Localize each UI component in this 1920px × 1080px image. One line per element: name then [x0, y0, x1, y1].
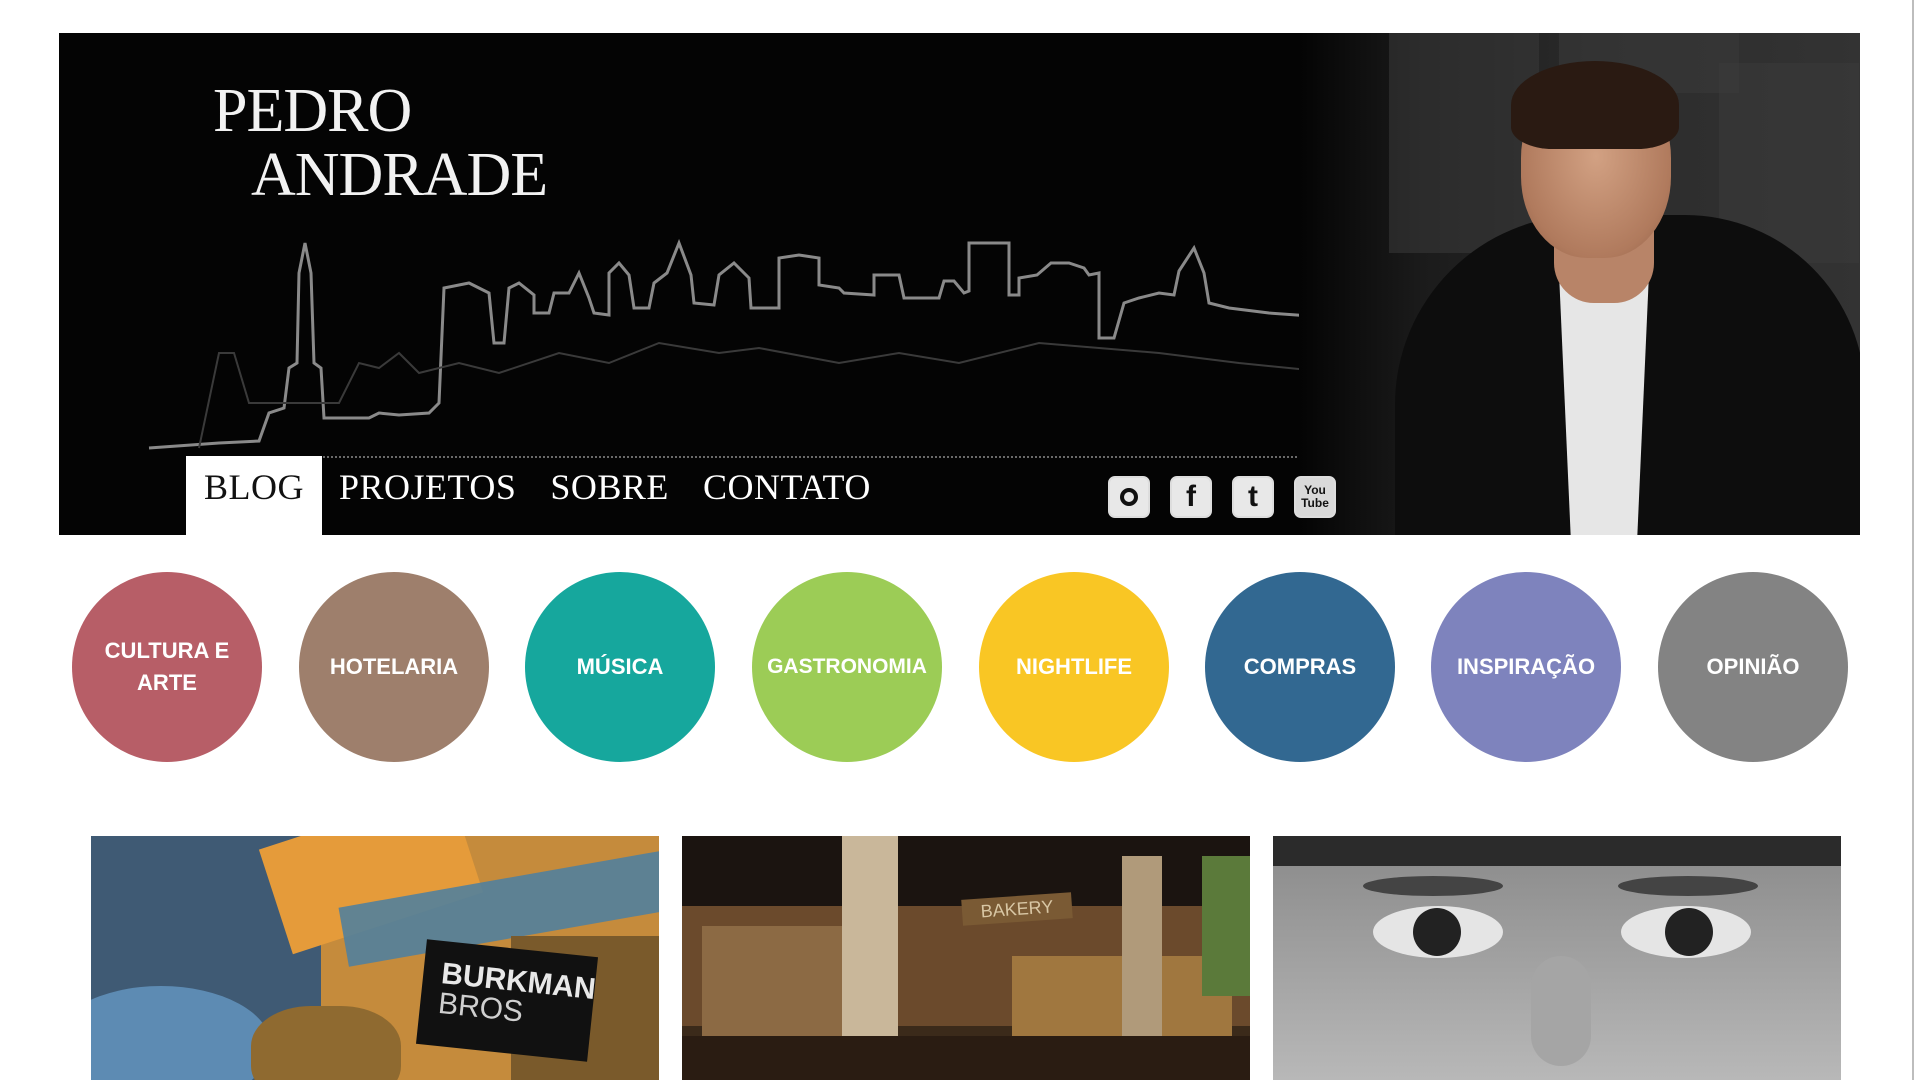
category-label: GASTRONOMIA [767, 655, 927, 678]
social-links: f t You Tube [1108, 476, 1336, 518]
nav-item-blog[interactable]: BLOG [186, 456, 322, 535]
nav-item-contato[interactable]: CONTATO [686, 456, 888, 535]
instagram-icon[interactable] [1108, 476, 1150, 518]
category-gastronomia[interactable]: GASTRONOMIA [752, 572, 942, 762]
post-thumbnail-fashion[interactable]: BURKMAN BROS [91, 836, 659, 1080]
category-label: NIGHTLIFE [1015, 654, 1133, 679]
main-nav: BLOG PROJETOS SOBRE CONTATO [186, 456, 888, 535]
logo-line-2: ANDRADE [251, 141, 548, 209]
category-nightlife[interactable]: NIGHTLIFE [979, 572, 1169, 762]
category-label: COMPRAS [1243, 654, 1357, 679]
page-edge-divider [1912, 0, 1914, 1080]
category-musica[interactable]: MÚSICA [525, 572, 715, 762]
category-label: INSPIRAÇÃO [1456, 654, 1596, 679]
site-header: PEDRO ANDRADE BLOG PROJETOS SOBRE CONTAT… [59, 33, 1860, 535]
author-portrait-photo [1299, 33, 1860, 535]
youtube-glyph-bottom: Tube [1301, 496, 1329, 510]
facebook-glyph: f [1186, 480, 1196, 513]
post-thumbnail-portrait-eyes[interactable] [1273, 836, 1841, 1080]
youtube-icon[interactable]: You Tube [1294, 476, 1336, 518]
category-hotelaria[interactable]: HOTELARIA [299, 572, 489, 762]
category-inspiracao[interactable]: INSPIRAÇÃO [1431, 572, 1621, 762]
site-logo[interactable]: PEDRO ANDRADE [213, 77, 548, 209]
facebook-icon[interactable]: f [1170, 476, 1212, 518]
brand-label-tag: BURKMAN BROS [415, 939, 599, 1062]
twitter-icon[interactable]: t [1232, 476, 1274, 518]
city-skyline-illustration [148, 238, 1419, 450]
category-cultura-e-arte[interactable]: CULTURA E ARTE [72, 572, 262, 762]
category-label: HOTELARIA [329, 654, 459, 679]
nav-item-projetos[interactable]: PROJETOS [322, 456, 533, 535]
category-label: MÚSICA [576, 654, 664, 679]
twitter-glyph: t [1248, 480, 1258, 513]
nav-item-sobre[interactable]: SOBRE [533, 456, 686, 535]
category-label: OPINIÃO [1706, 654, 1800, 679]
category-opiniao[interactable]: OPINIÃO [1658, 572, 1848, 762]
category-label: CULTURA E ARTE [104, 638, 230, 695]
category-compras[interactable]: COMPRAS [1205, 572, 1395, 762]
logo-line-1: PEDRO [213, 77, 412, 145]
post-thumbnail-bakery-interior[interactable]: BAKERY [682, 836, 1250, 1080]
